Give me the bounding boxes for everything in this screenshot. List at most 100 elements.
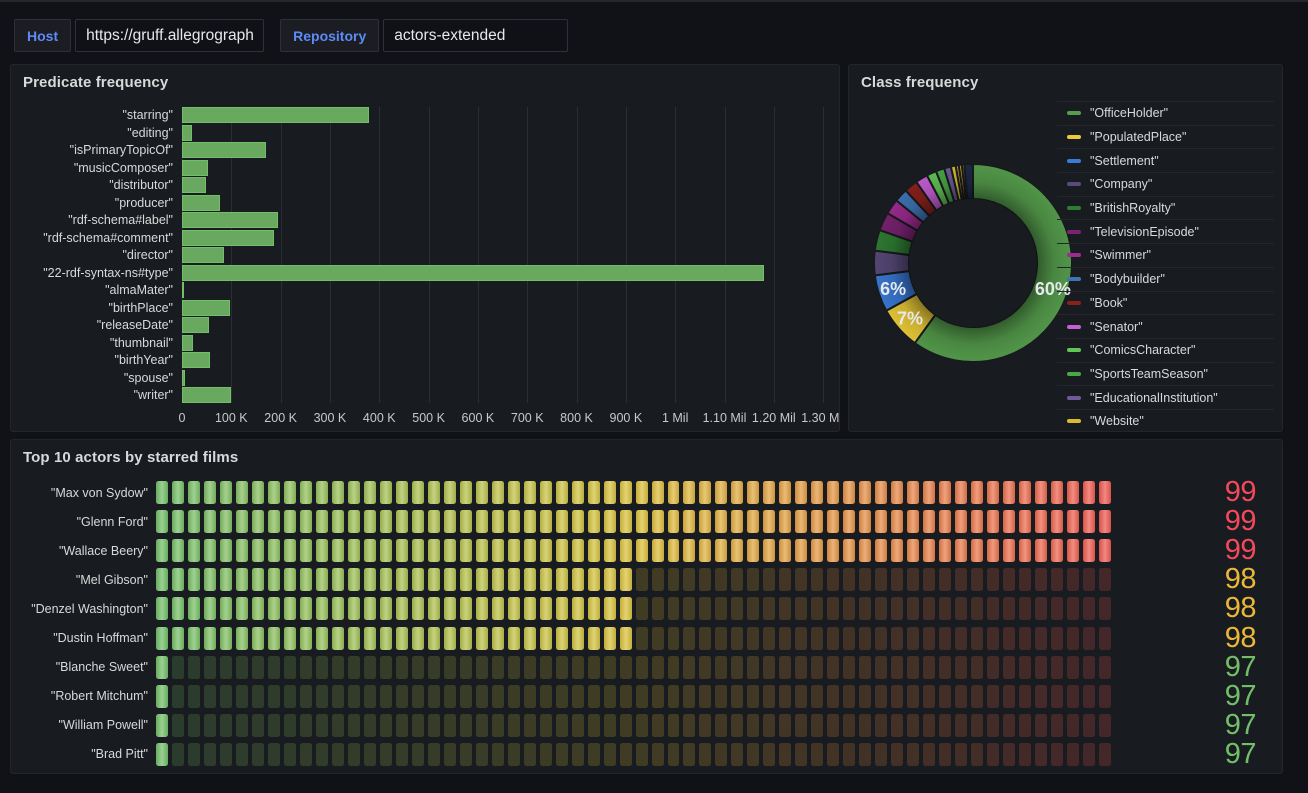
legend-item[interactable]: "EducationalInstitution" <box>1057 385 1274 409</box>
legend-item[interactable]: "Book" <box>1057 291 1274 315</box>
predicate-bar-row: "birthPlace" <box>19 300 831 316</box>
predicate-bar-row: "musicComposer" <box>19 160 831 176</box>
gauge-cell <box>460 627 472 650</box>
legend-item[interactable]: "ComicsCharacter" <box>1057 338 1274 362</box>
gauge-cell <box>715 743 727 766</box>
actor-value: 98 <box>1111 565 1282 594</box>
gauge-cell <box>428 656 440 679</box>
gauge-cell <box>428 685 440 708</box>
gauge-cell <box>588 656 600 679</box>
legend-item[interactable]: "SportsTeamSeason" <box>1057 362 1274 386</box>
legend-item[interactable]: "Company" <box>1057 172 1274 196</box>
gauge-cell <box>1083 656 1095 679</box>
gauge-cell <box>1003 685 1015 708</box>
gauge-cell <box>444 714 456 737</box>
gauge-cell <box>891 539 903 562</box>
actor-value: 97 <box>1111 653 1282 682</box>
gauge-cell <box>715 568 727 591</box>
gauge-cell <box>412 481 424 504</box>
legend-label: "OfficeHolder" <box>1090 106 1168 120</box>
gauge-cell <box>268 627 280 650</box>
gauge-cell <box>380 539 392 562</box>
actor-value: 98 <box>1111 624 1282 653</box>
gauge-cell <box>380 743 392 766</box>
gauge-cell <box>604 597 616 620</box>
actor-value: 97 <box>1111 682 1282 711</box>
gauge-cell <box>1035 510 1047 533</box>
gauge-cell <box>316 714 328 737</box>
gauge-cell <box>604 743 616 766</box>
gauge-cell <box>1051 568 1063 591</box>
gauge-cell <box>316 627 328 650</box>
gauge-cell <box>284 539 296 562</box>
gauge-cell <box>396 685 408 708</box>
gauge-cell <box>1083 743 1095 766</box>
legend-item[interactable]: "PopulatedPlace" <box>1057 125 1274 149</box>
legend-item[interactable]: "OfficeHolder" <box>1057 101 1274 125</box>
legend-item[interactable]: "TelevisionEpisode" <box>1057 219 1274 243</box>
gauge-cell <box>652 714 664 737</box>
predicate-bar <box>182 160 208 176</box>
legend-item[interactable]: "Website" <box>1057 409 1274 432</box>
gauge-cell <box>1083 510 1095 533</box>
legend-item[interactable]: "Senator" <box>1057 314 1274 338</box>
gauge-cell <box>156 714 168 737</box>
gauge-cell <box>971 627 983 650</box>
gauge-cell <box>699 627 711 650</box>
gauge-cell <box>316 597 328 620</box>
gauge-cell <box>747 510 759 533</box>
host-input[interactable]: https://gruff.allegrograph <box>75 19 264 52</box>
donut-pct-label: 7% <box>897 309 923 329</box>
gauge-cell <box>252 510 264 533</box>
repository-input[interactable]: actors-extended <box>383 19 568 52</box>
gauge-cell <box>636 539 648 562</box>
gauge-cell <box>364 510 376 533</box>
predicate-bar-row: "almaMater" <box>19 282 831 298</box>
gauge-cell <box>1003 510 1015 533</box>
gauge-cell <box>1067 743 1079 766</box>
gauge-cell <box>875 685 887 708</box>
x-axis-tick: 100 K <box>215 411 248 425</box>
legend-color-dash <box>1067 135 1081 139</box>
gauge-cell <box>859 685 871 708</box>
gauge-cell <box>668 656 680 679</box>
gauge-cell <box>939 539 951 562</box>
gauge-cell <box>284 714 296 737</box>
legend-color-dash <box>1067 372 1081 376</box>
gauge-cell <box>396 510 408 533</box>
gauge-cell <box>955 481 967 504</box>
gauge-cell <box>524 656 536 679</box>
legend-label: "ComicsCharacter" <box>1090 343 1195 357</box>
predicate-bar-track <box>182 212 831 228</box>
x-axis-tick: 900 K <box>610 411 643 425</box>
gauge-cell <box>172 714 184 737</box>
predicate-bar-row: "distributor" <box>19 177 831 193</box>
gauge-cell <box>380 685 392 708</box>
gauge-cell <box>364 656 376 679</box>
gauge-cell <box>731 714 743 737</box>
gauge-cell <box>492 597 504 620</box>
gauge-cell <box>795 627 807 650</box>
legend-item[interactable]: "Settlement" <box>1057 148 1274 172</box>
gauge-cell <box>923 685 935 708</box>
predicate-bar-track <box>182 142 831 158</box>
predicate-bar-row: "spouse" <box>19 370 831 386</box>
gauge-cell <box>1083 714 1095 737</box>
legend-item[interactable]: "BritishRoyalty" <box>1057 196 1274 220</box>
gauge-cell <box>668 568 680 591</box>
gauge-cell <box>875 481 887 504</box>
legend-item[interactable]: "Bodybuilder" <box>1057 267 1274 291</box>
gauge-cell <box>987 656 999 679</box>
gauge-cell <box>875 627 887 650</box>
legend-item[interactable]: "Swimmer" <box>1057 243 1274 267</box>
gauge-cell <box>620 656 632 679</box>
gauge-cell <box>875 510 887 533</box>
gauge-cell <box>604 510 616 533</box>
gauge-cell <box>955 685 967 708</box>
gauge-cell <box>252 685 264 708</box>
gauge-cell <box>444 568 456 591</box>
gauge-cell <box>971 714 983 737</box>
gauge-cell <box>843 568 855 591</box>
gauge-cell <box>763 656 775 679</box>
gauge-cell <box>668 685 680 708</box>
